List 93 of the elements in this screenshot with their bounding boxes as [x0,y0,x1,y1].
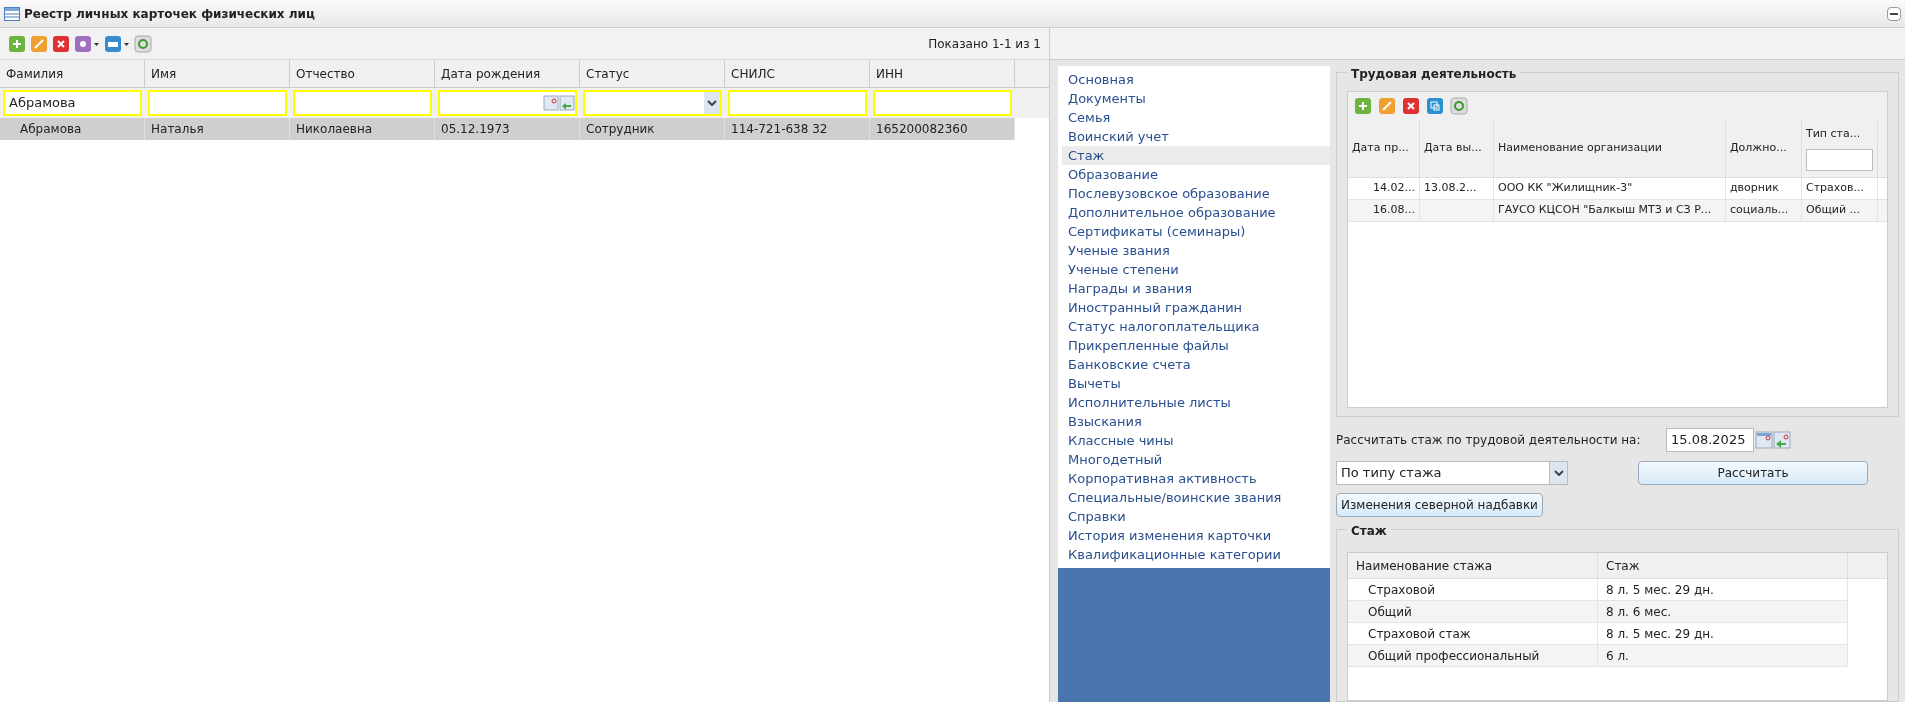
minimize-button[interactable] [1887,6,1901,21]
sidebar-item[interactable]: Основная [1062,70,1330,89]
column-header: Дата рождения [435,60,580,87]
table-cell: 16.08... [1348,200,1420,221]
chevron-down-icon [1553,470,1564,476]
sidebar-item[interactable]: Прикрепленные файлы [1062,336,1330,355]
table-cell: ООО КК "Жилищник-3" [1494,178,1726,199]
sidebar-item[interactable]: Ученые степени [1062,260,1330,279]
table-cell: Сотрудник [580,118,725,140]
table-row[interactable]: Абрамова Наталья Николаевна 05.12.1973 Сотрудник 114-721-638 32 165200082360 [0,118,1015,140]
sidebar-item[interactable]: Исполнительные листы [1062,393,1330,412]
filter-field[interactable] [1806,148,1873,171]
seniority-type-dropdown[interactable]: По типу стажа [1336,461,1568,485]
table-cell: 8 л. 5 мес. 29 дн. [1598,623,1848,644]
print-icon[interactable] [104,34,130,53]
sidebar-item[interactable]: Вычеты [1062,374,1330,393]
calculation-label: Рассчитать стаж по трудовой деятельности на: [1336,432,1642,449]
sidebar-item[interactable]: Классные чины [1062,431,1330,450]
table-cell: 8 л. 6 мес. [1598,601,1848,622]
add-icon[interactable] [1354,97,1372,115]
table-cell: Страховой стаж [1348,623,1598,644]
table-cell: 13.08.2... [1420,178,1494,199]
window-title: Реестр личных карточек физических лиц [24,5,315,23]
table-cell: Наталья [145,118,290,140]
sidebar-item[interactable]: Иностранный гражданин [1062,298,1330,317]
north-allowance-button[interactable]: Изменения северной надбавки [1336,493,1543,517]
delete-icon[interactable] [1402,97,1420,115]
table-cell: 05.12.1973 [435,118,580,140]
table-cell: 8 л. 5 мес. 29 дн. [1598,579,1848,600]
table-cell: ГАУСО КЦСОН "Балкыш МТЗ и СЗ Р... [1494,200,1726,221]
sidebar-item[interactable]: Сертификаты (семинары) [1062,222,1330,241]
sidebar-item[interactable]: Семья [1062,108,1330,127]
sidebar-item[interactable]: Послевузовское образование [1062,184,1330,203]
calendar-reset-icon[interactable] [559,93,575,113]
column-header: Дата вы... [1424,140,1483,157]
sidebar-item[interactable]: Корпоративная активность [1062,469,1330,488]
column-header: СНИЛС [725,60,870,87]
table-cell: 6 л. [1598,645,1848,666]
sidebar-item[interactable]: Банковские счета [1062,355,1330,374]
chevron-down-icon [707,100,717,106]
sidebar-item[interactable]: Образование [1062,165,1330,184]
column-header: Дата пр... [1352,140,1410,157]
date-field[interactable]: 15.08.2025 [1666,428,1754,452]
column-header: Стаж [1606,557,1640,575]
sidebar-item[interactable]: Документы [1062,89,1330,108]
table-cell: социаль... [1726,200,1802,221]
table-cell: Общий профессиональный [1348,645,1598,666]
edit-icon[interactable] [1378,97,1396,115]
copy-icon[interactable] [1426,97,1444,115]
sidebar-item[interactable]: История изменения карточки [1062,526,1330,545]
column-header: Отчество [290,60,435,87]
column-header: Наименование стажа [1356,557,1493,575]
sidebar-item[interactable]: Воинский учет [1062,127,1330,146]
add-icon[interactable] [8,34,26,53]
paging-info: Показано 1-1 из 1 [928,35,1041,53]
sidebar-item[interactable]: Награды и звания [1062,279,1330,298]
sidebar-item[interactable]: Справки [1062,507,1330,526]
column-header: ИНН [870,60,1015,87]
column-header: Наименование организации [1498,140,1663,157]
table-cell: Николаевна [290,118,435,140]
column-header: Должно... [1730,140,1788,157]
table-cell: Абрамова [0,118,145,140]
sidebar-item[interactable]: Статус налогоплательщика [1062,317,1330,336]
column-header: Фамилия [0,60,145,87]
column-header: Статус [580,60,725,87]
calendar-icon[interactable] [1755,429,1773,451]
refresh-icon[interactable] [134,34,152,53]
table-cell: 114-721-638 32 [725,118,870,140]
table-cell: Общий [1348,601,1598,622]
table-cell: Страховой [1348,579,1598,600]
settings-icon[interactable] [74,34,100,53]
table-cell: 165200082360 [870,118,1015,140]
column-header: Имя [145,60,290,87]
table-cell: 14.02... [1348,178,1420,199]
sidebar-item[interactable]: Многодетный [1062,450,1330,469]
calendar-icon[interactable] [543,93,559,113]
calendar-reset-icon[interactable] [1773,429,1791,451]
sidebar-item[interactable]: Ученые звания [1062,241,1330,260]
sidebar-item[interactable]: Взыскания [1062,412,1330,431]
table-cell: Страхов... [1802,178,1878,199]
sidebar-item[interactable]: Специальные/воинские звания [1062,488,1330,507]
sidebar-item[interactable]: Квалификационные категории [1062,545,1330,564]
delete-icon[interactable] [52,34,70,53]
calculate-button[interactable]: Рассчитать [1638,461,1868,485]
table-icon [4,6,20,21]
column-header: Тип ста... [1806,126,1862,142]
table-cell: Общий ... [1802,200,1878,221]
sidebar-item[interactable]: Дополнительное образование [1062,203,1330,222]
sidebar-item[interactable]: Стаж [1062,146,1330,165]
refresh-icon[interactable] [1450,97,1468,115]
table-cell: дворник [1726,178,1802,199]
filter-field[interactable]: Абрамова [3,90,142,116]
edit-icon[interactable] [30,34,48,53]
